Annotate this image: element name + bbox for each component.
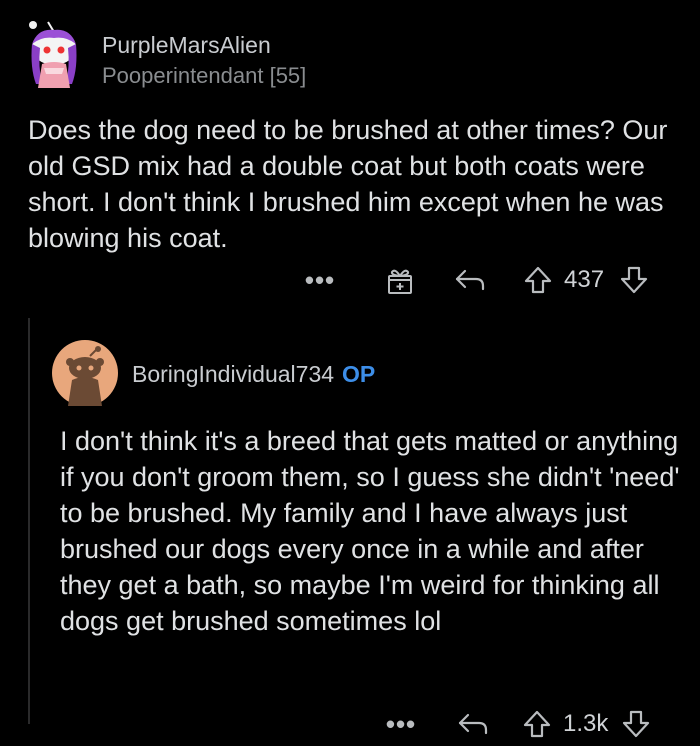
thread-line[interactable]: [28, 318, 30, 724]
user-flair: Pooperintendant [55]: [102, 63, 307, 88]
upvote-icon[interactable]: [517, 709, 557, 739]
username-text[interactable]: BoringIndividual734: [132, 361, 334, 387]
downvote-icon[interactable]: [614, 265, 654, 295]
op-badge: OP: [342, 361, 376, 387]
avatar[interactable]: [52, 340, 118, 406]
comment-body: I don't think it's a breed that gets mat…: [60, 426, 680, 636]
comment-actions: ••• 1.3k: [383, 702, 683, 746]
comment-body: Does the dog need to be brushed at other…: [28, 115, 668, 253]
reply-icon[interactable]: [450, 267, 490, 293]
comment-actions: ••• 437: [300, 258, 680, 302]
vote-score: 437: [564, 266, 605, 293]
vote-score: 1.3k: [563, 710, 609, 737]
reply-icon[interactable]: [453, 711, 493, 737]
username[interactable]: BoringIndividual734 OP: [132, 361, 375, 388]
username[interactable]: PurpleMarsAlien: [102, 32, 271, 59]
avatar[interactable]: [18, 18, 90, 90]
upvote-icon[interactable]: [518, 265, 558, 295]
more-options-button[interactable]: •••: [300, 267, 340, 293]
more-options-button[interactable]: •••: [383, 711, 419, 737]
gift-icon[interactable]: [380, 265, 420, 295]
downvote-icon[interactable]: [616, 709, 656, 739]
